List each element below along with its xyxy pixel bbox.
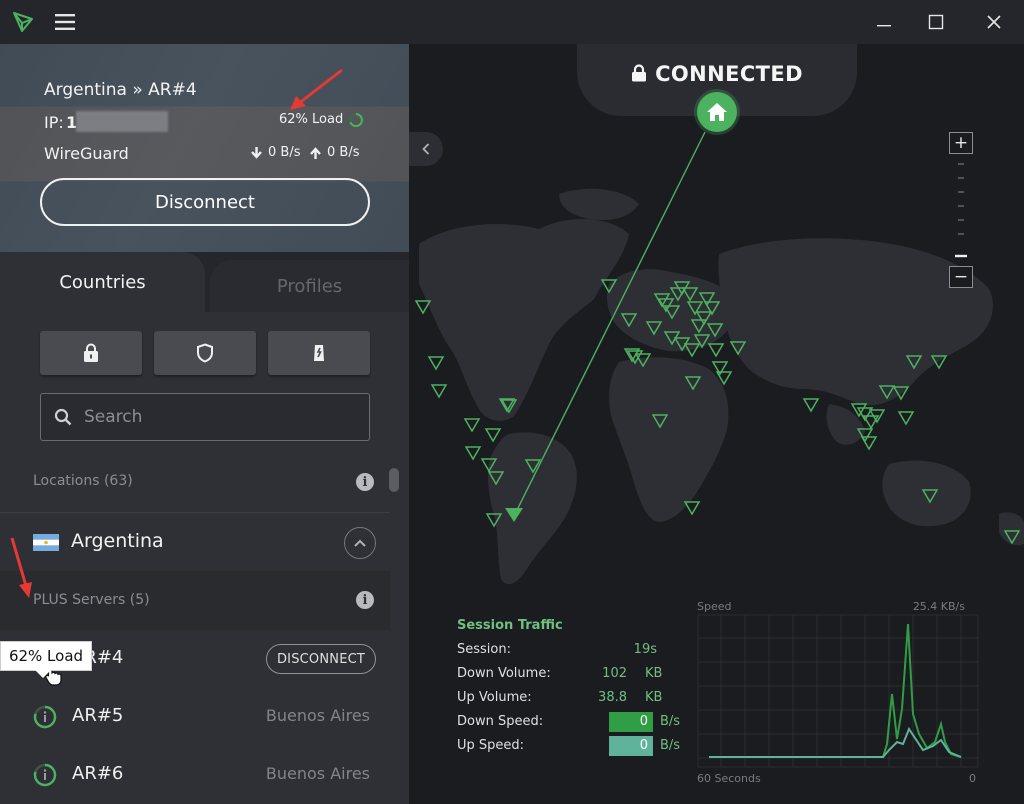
country-name: Argentina xyxy=(71,530,164,552)
server-name: AR#5 xyxy=(72,705,124,726)
search-input[interactable] xyxy=(84,407,344,427)
minimize-button[interactable] xyxy=(862,0,906,44)
load-indicator-icon xyxy=(33,763,57,787)
plus-servers-label: PLUS Servers (5) xyxy=(33,592,150,608)
lock-icon xyxy=(632,64,647,82)
speed-chart-title: Speed xyxy=(697,600,732,613)
zoom-out-button[interactable]: − xyxy=(949,266,973,288)
session-value: 19s xyxy=(633,642,657,657)
chevron-up-icon xyxy=(354,539,366,547)
down-rate: 0 B/s xyxy=(268,145,301,160)
up-volume-unit: KB xyxy=(645,690,663,705)
down-speed-row: Down Speed: 0 B/s xyxy=(457,712,697,734)
down-speed-value: 0 xyxy=(609,712,653,732)
server-row-ar5[interactable]: AR#5 Buenos Aires xyxy=(0,688,390,746)
ip-redaction xyxy=(76,111,168,132)
up-speed-unit: B/s xyxy=(660,738,681,753)
tor-filter-button[interactable] xyxy=(268,331,370,375)
lock-icon xyxy=(84,343,98,362)
left-panel: Argentina » AR#4 IP: 1 62% Load WireGuar… xyxy=(0,44,409,804)
home-icon xyxy=(707,103,727,121)
session-time-row: Session: 19s xyxy=(457,640,697,662)
server-city: Buenos Aires xyxy=(265,706,370,725)
plus-servers-info-icon[interactable]: i xyxy=(356,591,374,609)
tab-bar: Countries Profiles xyxy=(0,252,409,312)
up-volume-label: Up Volume: xyxy=(457,690,532,705)
shield-filter-button[interactable] xyxy=(154,331,256,375)
session-label: Session: xyxy=(457,642,511,657)
load-ring-icon xyxy=(348,112,364,132)
plus-servers-header: PLUS Servers (5) i xyxy=(0,571,390,630)
hamburger-menu-icon[interactable] xyxy=(50,0,80,44)
disconnect-button[interactable]: Disconnect xyxy=(40,178,370,226)
session-traffic-title: Session Traffic xyxy=(457,618,563,633)
load-indicator-icon xyxy=(33,705,57,729)
speed-graph xyxy=(697,614,979,768)
server-name: AR#6 xyxy=(72,763,124,784)
tab-countries[interactable]: Countries xyxy=(0,252,205,312)
app-logo-icon xyxy=(6,0,40,44)
speed-chart-max: 25.4 KB/s xyxy=(912,600,965,613)
up-rate: 0 B/s xyxy=(327,145,360,160)
secure-core-filter-button[interactable] xyxy=(40,331,142,375)
up-speed-label: Up Speed: xyxy=(457,738,525,753)
home-location-marker[interactable] xyxy=(697,92,737,132)
country-row-argentina[interactable]: Argentina xyxy=(0,512,390,572)
maximize-button[interactable] xyxy=(914,0,958,44)
locations-count: Locations (63) xyxy=(33,473,133,489)
down-speed-label: Down Speed: xyxy=(457,714,544,729)
title-bar xyxy=(0,0,1024,44)
tab-profiles[interactable]: Profiles xyxy=(210,260,409,312)
down-volume-unit: KB xyxy=(645,666,663,681)
server-row-ar6[interactable]: AR#6 Buenos Aires xyxy=(0,746,390,804)
map-area[interactable]: CONNECTED + − Session Traffic Session: 1… xyxy=(409,44,1024,804)
chevron-left-icon xyxy=(422,143,430,155)
search-icon xyxy=(54,408,72,426)
close-button[interactable] xyxy=(972,0,1016,44)
shield-icon xyxy=(197,343,213,363)
speed-chart-x-right: 0 xyxy=(969,772,976,785)
locations-info-icon[interactable]: i xyxy=(356,473,374,491)
up-speed-row: Up Speed: 0 B/s xyxy=(457,736,697,758)
collapse-sidebar-button[interactable] xyxy=(409,132,443,166)
ip-label: IP: xyxy=(44,113,64,132)
zoom-slider[interactable] xyxy=(954,158,968,262)
server-disconnect-button[interactable]: DISCONNECT xyxy=(266,644,376,674)
down-volume-value: 102 xyxy=(602,666,627,681)
up-volume-row: Up Volume: 38.8 KB xyxy=(457,688,697,710)
speed-chart-x-left: 60 Seconds xyxy=(697,772,761,785)
down-speed-unit: B/s xyxy=(660,714,681,729)
search-box[interactable] xyxy=(40,393,370,441)
scrollbar-thumb[interactable] xyxy=(389,468,399,492)
up-speed-value: 0 xyxy=(609,736,653,756)
connection-location: Argentina » AR#4 xyxy=(44,80,197,100)
annotation-arrow-icon xyxy=(290,68,343,110)
down-arrow-icon xyxy=(250,145,263,164)
speed-chart: Speed 25.4 KB/s 60 Seconds 0 xyxy=(697,600,979,790)
zoom-in-button[interactable]: + xyxy=(949,132,973,154)
collapse-country-button[interactable] xyxy=(344,527,376,559)
up-volume-value: 38.8 xyxy=(598,690,627,705)
down-volume-label: Down Volume: xyxy=(457,666,551,681)
status-label: CONNECTED xyxy=(655,62,803,86)
annotation-arrow-icon xyxy=(10,537,32,598)
up-arrow-icon xyxy=(309,145,322,164)
server-city: Buenos Aires xyxy=(265,764,370,783)
connection-status: CONNECTED xyxy=(577,62,857,86)
down-volume-row: Down Volume: 102 KB xyxy=(457,664,697,686)
protocol: WireGuard xyxy=(44,144,129,163)
tor-icon xyxy=(314,345,324,361)
list-scrollbar[interactable] xyxy=(390,464,400,804)
load-tooltip: 62% Load xyxy=(0,641,92,678)
